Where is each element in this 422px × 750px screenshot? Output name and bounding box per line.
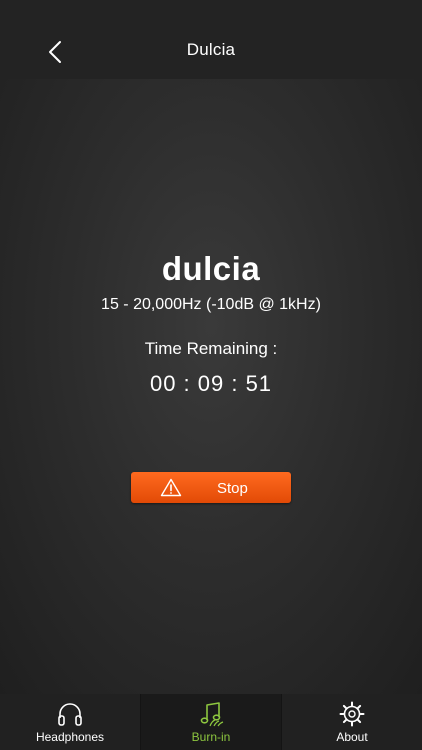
tab-burn-in[interactable]: Burn-in	[140, 694, 281, 750]
page-title: Dulcia	[186, 40, 236, 59]
time-remaining-label: Time Remaining :	[144, 339, 278, 358]
burn-in-panel: dulcia 15 - 20,000Hz (-10dB @ 1kHz) Time…	[0, 79, 422, 694]
headphones-icon	[58, 703, 82, 726]
stop-button[interactable]: Stop	[131, 472, 291, 503]
tab-burn-in-label: Burn-in	[191, 730, 231, 744]
music-note-icon	[200, 702, 224, 727]
time-remaining-value: 00 : 09 : 51	[149, 371, 273, 396]
tab-headphones-label: Headphones	[35, 730, 105, 744]
gear-icon	[339, 701, 365, 727]
brand-logo: dulcia	[161, 250, 261, 287]
stop-button-label: Stop	[217, 480, 248, 497]
tab-bar: Headphones Burn-in About	[0, 694, 422, 750]
frequency-spec: 15 - 20,000Hz (-10dB @ 1kHz)	[101, 296, 321, 313]
tab-about[interactable]: About	[281, 694, 422, 750]
warning-icon	[160, 478, 182, 497]
tab-headphones[interactable]: Headphones	[0, 694, 140, 750]
tab-about-label: About	[336, 730, 368, 744]
navigation-bar: Dulcia	[0, 0, 422, 79]
